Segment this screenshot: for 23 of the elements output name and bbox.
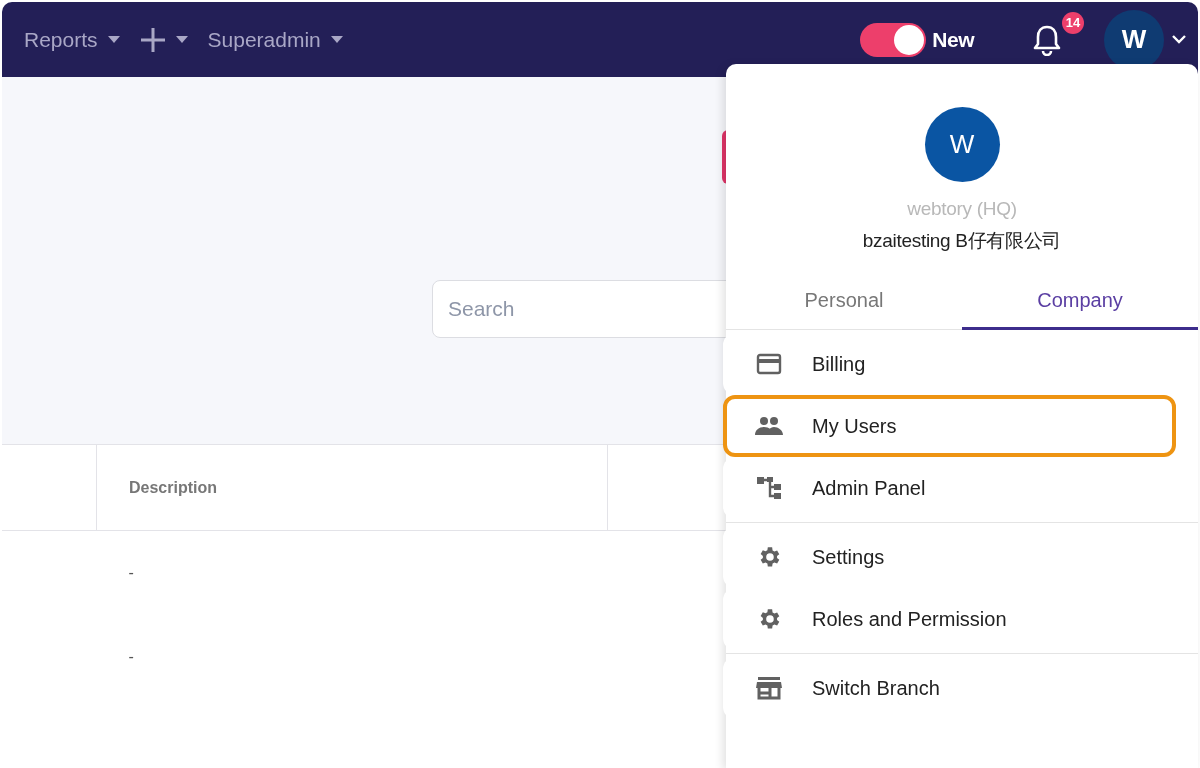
people-icon (755, 416, 783, 436)
hierarchy-icon (756, 476, 782, 500)
bell-icon[interactable] (1032, 23, 1062, 56)
caret-icon (175, 36, 188, 43)
menu-item[interactable]: My Users (723, 395, 1176, 457)
tab[interactable]: Company (962, 274, 1198, 330)
column-header: Description (129, 478, 217, 496)
branch-name: webtory (HQ) (907, 198, 1017, 220)
caret-icon (107, 36, 120, 43)
notification-badge: 14 (1062, 11, 1084, 34)
toggle-switch[interactable] (860, 22, 927, 57)
avatar: W (924, 107, 1000, 182)
table-cell: - (128, 648, 134, 665)
caret-icon (330, 36, 343, 43)
store-icon (756, 676, 782, 700)
toggle-label: New (932, 27, 974, 52)
menu-button[interactable]: Reports (24, 19, 120, 60)
chevron-down-icon[interactable] (1172, 35, 1186, 44)
company-name: bzaitesting B仔有限公司 (862, 229, 1062, 253)
menu-button[interactable]: Superadmin (207, 19, 343, 60)
credit-card-icon (756, 353, 782, 375)
plus-icon (139, 26, 166, 53)
table-cell: - (128, 564, 134, 581)
